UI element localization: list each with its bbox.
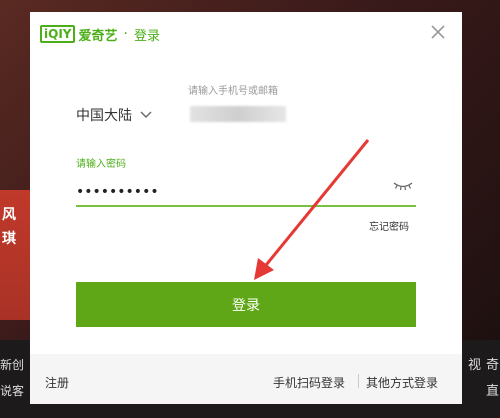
qr-login-link[interactable]: 手机扫码登录 <box>273 374 345 391</box>
forgot-password-link[interactable]: 忘记密码 <box>369 218 409 233</box>
background-text: 直 <box>486 384 500 399</box>
dialog-header: iQIY 爱奇艺 · 登录 <box>30 12 462 54</box>
register-link[interactable]: 注册 <box>45 374 69 391</box>
background-text: 奇 <box>486 358 500 373</box>
background-text: 新创 <box>0 358 25 372</box>
other-login-link[interactable]: 其他方式登录 <box>366 374 438 391</box>
phone-input[interactable] <box>190 106 286 122</box>
password-label: 请输入密码 <box>76 159 126 170</box>
password-underline <box>76 205 416 207</box>
region-select[interactable]: 中国大陆 <box>76 105 152 125</box>
phone-placeholder: 请输入手机号或邮箱 <box>188 86 278 97</box>
dialog-footer: 注册 手机扫码登录 其他方式登录 <box>30 354 462 404</box>
background-poster: 风 琪 <box>0 190 30 320</box>
background-text: 说客 <box>0 384 25 398</box>
login-button[interactable]: 登录 <box>76 282 416 327</box>
password-input[interactable]: •••••••••• <box>76 184 159 200</box>
dialog-title: 登录 <box>133 28 160 44</box>
logo-mark: iQIY <box>40 25 76 43</box>
login-dialog: iQIY 爱奇艺 · 登录 请输入手机号或邮箱 中国大陆 请输入密码 •••••… <box>30 12 462 404</box>
logo-text: 爱奇艺 <box>78 28 118 44</box>
region-label: 中国大陆 <box>76 108 132 124</box>
close-icon[interactable] <box>428 22 448 42</box>
chevron-down-icon <box>140 107 152 123</box>
eye-closed-icon[interactable] <box>392 178 414 194</box>
background-text: 琪 <box>2 231 16 247</box>
background-text: 风 <box>2 207 16 223</box>
footer-divider <box>358 374 359 388</box>
iqiyi-logo: iQIY 爱奇艺 · 登录 <box>40 24 160 44</box>
background-text: 视 <box>468 358 482 373</box>
title-separator: · <box>123 26 128 42</box>
